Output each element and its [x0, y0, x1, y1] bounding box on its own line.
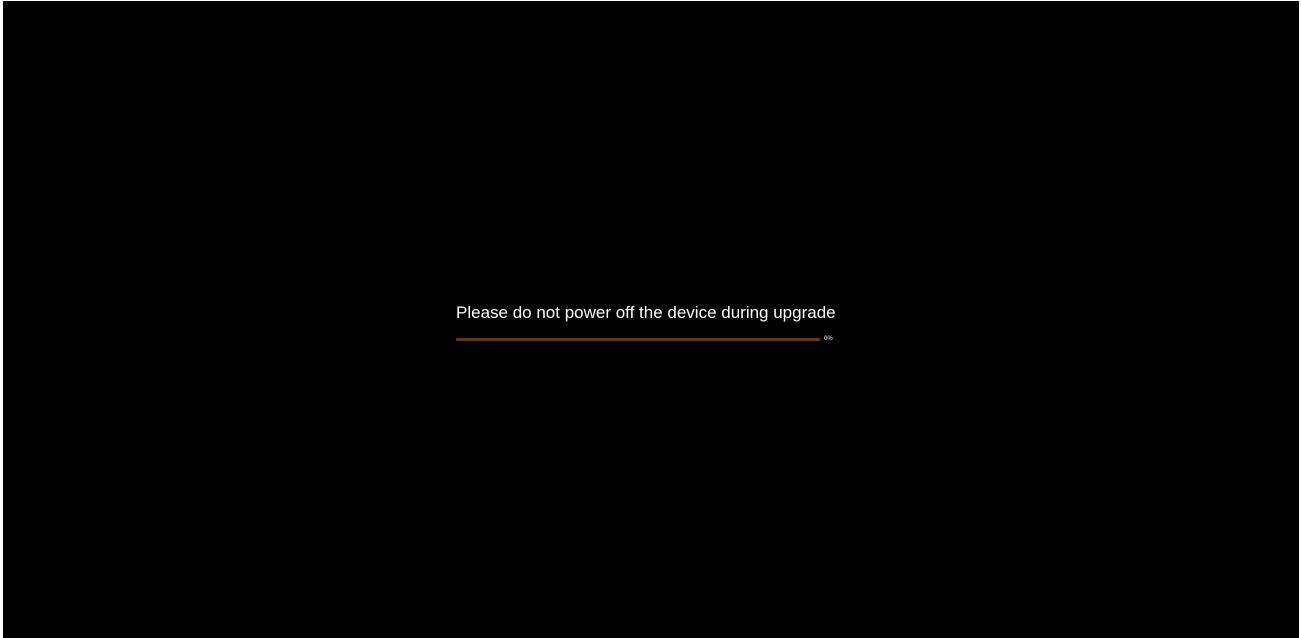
progress-percent-label: 0%: [824, 336, 833, 342]
upgrade-screen: Please do not power off the device durin…: [3, 1, 1299, 638]
upgrade-panel: Please do not power off the device durin…: [456, 303, 856, 342]
progress-bar-track: [456, 338, 820, 341]
upgrade-progress: 0%: [456, 336, 846, 344]
upgrade-warning-message: Please do not power off the device durin…: [456, 303, 836, 322]
